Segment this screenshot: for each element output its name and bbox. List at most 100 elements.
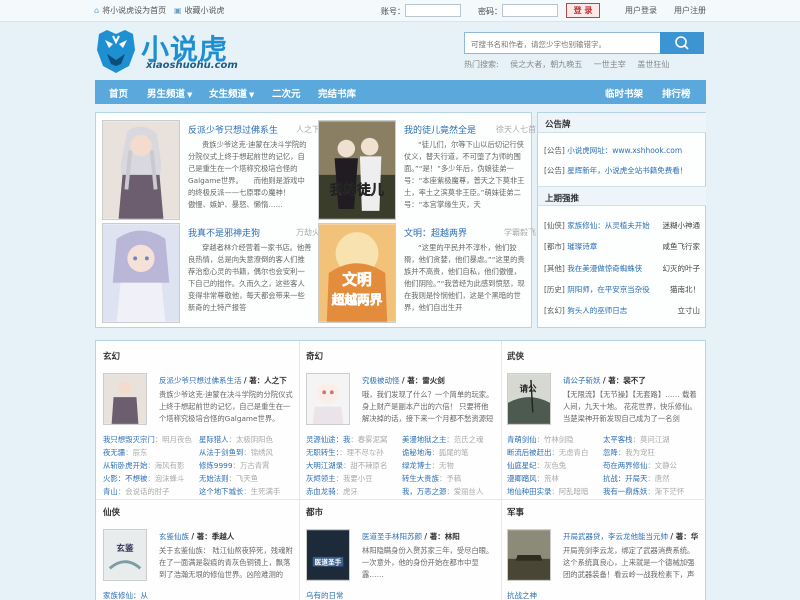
book-title[interactable]: 玄鉴仙族	[159, 532, 189, 541]
book-link[interactable]: 从斩卧虎开始：海风有影	[103, 459, 184, 472]
book-cover[interactable]: 文明超越两界	[318, 223, 396, 323]
category-book[interactable]: 玄鉴仙族 / 著：季越人	[159, 531, 234, 542]
book-author[interactable]: / 著：季越人	[191, 532, 234, 541]
book-link[interactable]: 修炼9999：万古青霄	[199, 459, 270, 472]
nav-female-channel[interactable]: 女生频道 ▼	[209, 86, 254, 100]
category-title[interactable]: 武侠	[507, 350, 524, 362]
notice-link[interactable]: 小说虎网址：www.xshhook.com	[567, 146, 682, 155]
tiger-logo-icon[interactable]	[95, 28, 137, 74]
category-title[interactable]: 奇幻	[306, 350, 323, 362]
book-title[interactable]: 反派少爷只想过佛系生活	[159, 376, 242, 385]
category-book[interactable]: 请公子斩妖 / 著：裴不了	[563, 375, 646, 386]
set-homepage-link[interactable]: ⌂ 将小说虎设为首页	[94, 5, 166, 16]
login-button[interactable]: 登 录	[566, 3, 600, 18]
book-author[interactable]: / 著：雷火剑	[402, 376, 445, 385]
book-cover[interactable]	[507, 529, 551, 581]
book-link[interactable]: 狗头人的巫师日志	[567, 306, 627, 315]
nav-bookshelf[interactable]: 临时书架	[605, 86, 643, 100]
book-author[interactable]: / 著：华	[670, 532, 698, 541]
book-link[interactable]: 太平客栈：莫问江湖	[603, 433, 670, 446]
book-cover[interactable]	[103, 373, 147, 425]
author-link[interactable]: 迷糊小神通	[663, 220, 701, 231]
category-book[interactable]: 医道圣手林阳苏颜 / 著：林阳	[362, 531, 460, 542]
password-input[interactable]	[502, 4, 558, 17]
book-link[interactable]: 星际猎人：太极阴阳色	[199, 433, 273, 446]
book-title[interactable]: 我的徒儿竟然全是	[404, 123, 476, 136]
book-link[interactable]: 灰烬领主：我要小豆	[306, 472, 373, 485]
category-title[interactable]: 仙侠	[103, 506, 120, 518]
book-title[interactable]: 开局武器贷，李云龙他能当元帅	[563, 532, 668, 541]
book-link[interactable]: 赤血龙骑：虎牙	[306, 485, 358, 498]
nav-home[interactable]: 首页	[109, 86, 128, 100]
list-item[interactable]: 家族修仙：从	[103, 590, 148, 600]
category-title[interactable]: 都市	[306, 506, 323, 518]
book-link[interactable]: 火影：不想被：泡沫蜂斗	[103, 472, 184, 485]
category-book[interactable]: 开局武器贷，李云龙他能当元帅 / 著：华	[563, 531, 698, 542]
author-link[interactable]: 立寸山	[678, 305, 701, 316]
book-link[interactable]: 漫卿踏风：荒林	[507, 472, 559, 485]
hot-term[interactable]: 一世主宰	[594, 60, 626, 69]
bookmark-link[interactable]: ▣ 收藏小说虎	[174, 5, 225, 16]
book-author[interactable]: / 著：林阳	[424, 532, 459, 541]
book-author[interactable]: 学霸毅飞	[504, 227, 536, 238]
author-link[interactable]: 咸鱼飞行家	[663, 241, 701, 252]
category-book[interactable]: 究极被动怪 / 著：雷火剑	[362, 375, 445, 386]
user-register-link[interactable]: 用户注册	[674, 5, 706, 16]
book-link[interactable]: 无始法则：飞天鱼	[199, 472, 258, 485]
category-title[interactable]: 军事	[507, 506, 524, 518]
book-link[interactable]: 这个地下城长：生死满手	[199, 485, 280, 498]
book-link[interactable]: 仙庭星纪：灰色兔	[507, 459, 566, 472]
book-title[interactable]: 请公子斩妖	[563, 376, 601, 385]
search-button[interactable]	[660, 32, 704, 54]
author-link[interactable]: 猫南北！	[670, 284, 700, 295]
account-input[interactable]	[405, 4, 461, 17]
nav-ranking[interactable]: 排行榜	[662, 86, 691, 100]
book-author[interactable]: 人之下	[296, 124, 320, 135]
category-title[interactable]: 玄幻	[103, 350, 120, 362]
book-link[interactable]: 家族修仙：从灵植夫开始	[567, 221, 650, 230]
book-title[interactable]: 文明：超越两界	[404, 226, 467, 239]
book-link[interactable]: 璀璨诗章	[567, 242, 597, 251]
book-cover[interactable]: 玄鉴	[103, 529, 147, 581]
book-link[interactable]: 抗战：开局天：唐然	[603, 472, 670, 485]
hot-term[interactable]: 侯之大者，朝九晚五	[510, 60, 582, 69]
book-link[interactable]: 地仙种田实录：阿乱暗暗	[507, 485, 588, 498]
nav-acg[interactable]: 二次元	[272, 86, 301, 100]
book-author[interactable]: 万劫火	[296, 227, 320, 238]
book-author[interactable]: / 著：裴不了	[603, 376, 646, 385]
book-link[interactable]: 我只想毁灭宗门：明月夜色	[103, 433, 192, 446]
category-book[interactable]: 反派少爷只想过佛系生活 / 著：人之下	[159, 375, 287, 386]
book-link[interactable]: 忽降：我为宠狂	[603, 446, 655, 459]
book-author[interactable]: 徐天人七首	[496, 124, 536, 135]
book-link[interactable]: 我有一鼎炼妖：渐下茫怀	[603, 485, 684, 498]
list-item[interactable]: 抗战之神	[507, 590, 537, 600]
book-link[interactable]: 绿龙博士：无物	[402, 459, 454, 472]
book-link[interactable]: 诡秘地海：狐尾的笔	[402, 446, 469, 459]
list-item[interactable]: 乌有的日常	[306, 590, 344, 600]
book-link[interactable]: 大明江湖录：甜不辣原名	[306, 459, 387, 472]
user-login-link[interactable]: 用户登录	[625, 5, 657, 16]
book-cover[interactable]: 医道圣手	[306, 529, 350, 581]
book-cover[interactable]	[102, 223, 180, 323]
book-link[interactable]: 我，万恶之源：爱丽丝人	[402, 485, 483, 498]
nav-male-channel[interactable]: 男生频道 ▼	[147, 86, 192, 100]
author-link[interactable]: 幻灭的叶子	[663, 263, 701, 274]
book-cover[interactable]: 请公	[507, 373, 551, 425]
book-link[interactable]: 转生大贵族：予稿	[402, 472, 461, 485]
book-link[interactable]: 青萌剑仙：竹林剑隐	[507, 433, 574, 446]
book-title[interactable]: 医道圣手林阳苏颜	[362, 532, 422, 541]
book-link[interactable]: 无职转生：：理不尽な孙	[306, 446, 384, 459]
book-author[interactable]: / 著：人之下	[244, 376, 287, 385]
book-link[interactable]: 断流后被赶出：无虑青白	[507, 446, 588, 459]
book-cover[interactable]: 我的徒儿	[318, 120, 396, 220]
hot-term[interactable]: 盖世狂仙	[637, 60, 669, 69]
notice-link[interactable]: 星辉新年，小说虎全站书籍免费看！	[567, 166, 687, 175]
search-input[interactable]: 可搜书名和作者，请您少字也别输错字。	[464, 32, 661, 54]
book-link[interactable]: 阴阳师，在平安京当杂役	[567, 285, 650, 294]
book-link[interactable]: 从法于剑鱼到：锦绣风	[199, 446, 273, 459]
book-cover[interactable]	[306, 373, 350, 425]
book-link[interactable]: 夜无疆：辰东	[103, 446, 147, 459]
book-title[interactable]: 我真不是邪神走狗	[188, 226, 260, 239]
book-link[interactable]: 青山：会说话的肘子	[103, 485, 170, 498]
book-link[interactable]: 我在美漫做惊奇蜘蛛侠	[567, 264, 642, 273]
